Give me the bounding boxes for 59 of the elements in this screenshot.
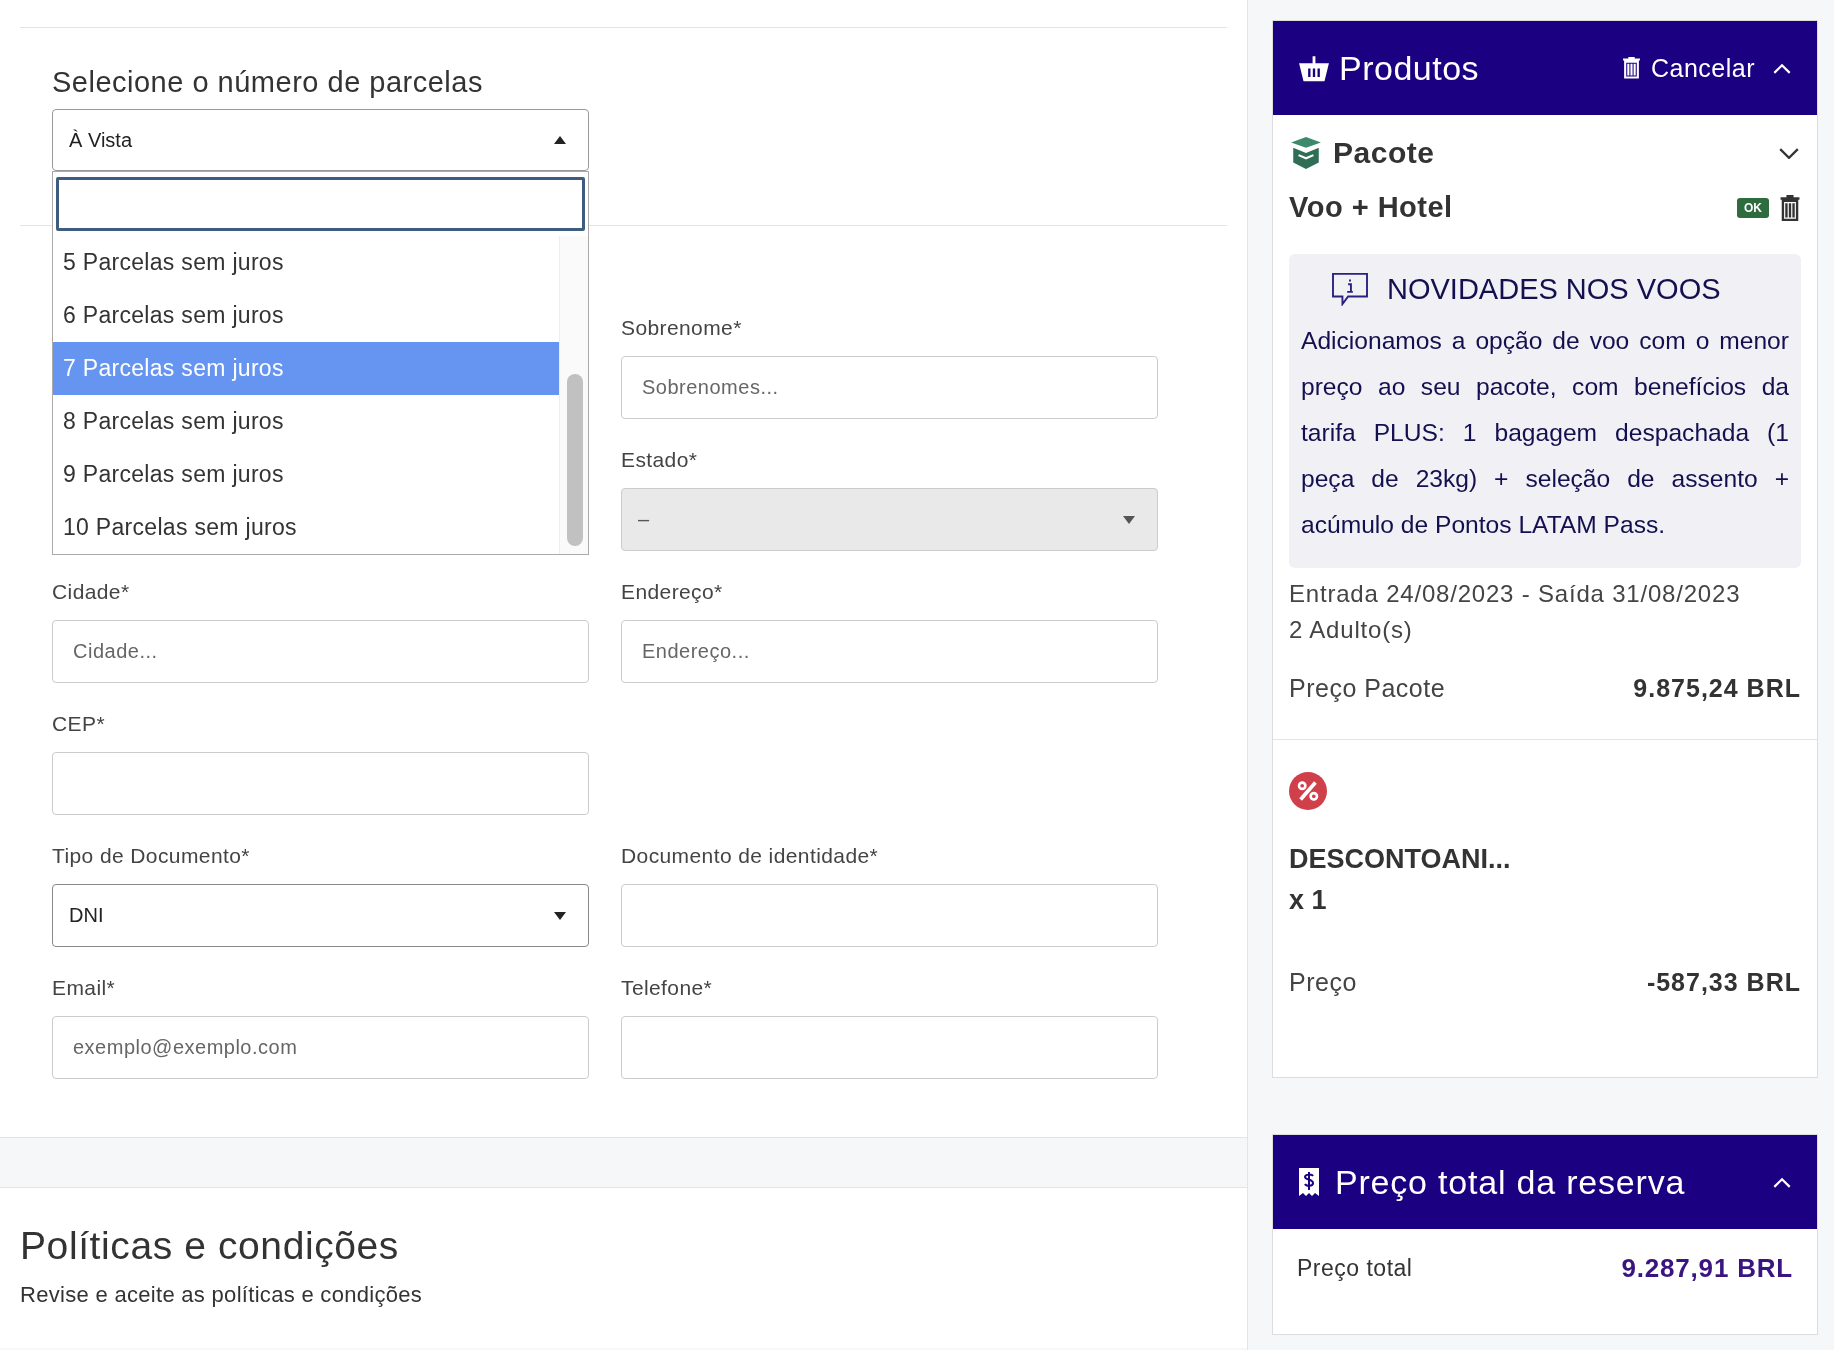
- panel-title: Preço total da reserva: [1335, 1162, 1686, 1202]
- field-label: Email*: [52, 976, 117, 1001]
- field-label: Telefone*: [621, 976, 714, 1001]
- dropdown-option[interactable]: 9 Parcelas sem juros: [53, 448, 559, 501]
- dropdown-option[interactable]: 10 Parcelas sem juros: [53, 501, 559, 554]
- discount-name: DESCONTOANI...: [1289, 844, 1512, 875]
- expand-icon[interactable]: [1779, 147, 1799, 159]
- caret-icon: [554, 136, 566, 144]
- input-field[interactable]: [52, 752, 589, 815]
- field-label: Selecione o número de parcelas: [52, 66, 484, 99]
- trash-icon: [1621, 57, 1641, 79]
- price-label: Preço: [1289, 968, 1357, 997]
- field-label: Endereço*: [621, 580, 724, 605]
- total-value: 9.287,91 BRL: [1621, 1253, 1793, 1284]
- panel-title: Produtos: [1339, 48, 1480, 88]
- caret-icon: [1123, 515, 1135, 524]
- scrollbar-thumb[interactable]: [567, 374, 583, 546]
- dropdown-option[interactable]: 8 Parcelas sem juros: [53, 395, 559, 448]
- section-title: Políticas e condições: [20, 1224, 400, 1268]
- section-title: Pacote: [1333, 136, 1435, 170]
- product-name: Voo + Hotel: [1289, 191, 1453, 224]
- field-label: CEP*: [52, 712, 106, 737]
- field-label: Tipo de Documento*: [52, 844, 251, 869]
- cancel-button[interactable]: Cancelar: [1621, 53, 1755, 83]
- input-field[interactable]: Cidade...: [52, 620, 589, 683]
- field-label: Estado*: [621, 448, 699, 473]
- price-value: -587,33 BRL: [1646, 968, 1801, 997]
- notice-text: Adicionamos a opção de voo com o menor preço ao seu pacote, com benefícios da tarifa PLUS: 1 bagagem despachada (1 peça de 23kg) + seleção de assento + acúmulo de Pontos LATAM Pass.: [1301, 326, 1789, 540]
- guest-count: 2 Adulto(s): [1289, 616, 1414, 644]
- price-label: Preço Pacote: [1289, 674, 1446, 703]
- caret-icon: [554, 911, 566, 920]
- receipt-dollar-icon: [1299, 1167, 1319, 1197]
- section-subtitle: Revise e aceite as políticas e condições: [20, 1282, 424, 1308]
- box-icon: [1289, 136, 1323, 170]
- input-field[interactable]: Endereço...: [621, 620, 1158, 683]
- status-badge: OK: [1737, 197, 1769, 218]
- notice-title: NOVIDADES NOS VOOS: [1387, 272, 1721, 306]
- stay-dates: Entrada 24/08/2023 - Saída 31/08/2023: [1289, 580, 1742, 608]
- discount-icon: [1289, 772, 1327, 810]
- dropdown-option[interactable]: 6 Parcelas sem juros: [53, 289, 559, 342]
- input-field[interactable]: Sobrenomes...: [621, 356, 1158, 419]
- input-field[interactable]: [621, 884, 1158, 947]
- basket-icon: [1299, 54, 1329, 82]
- input-field[interactable]: [621, 1016, 1158, 1079]
- dropdown-option[interactable]: 5 Parcelas sem juros: [53, 236, 559, 289]
- field-label: Sobrenome*: [621, 316, 743, 341]
- price-value: 9.875,24 BRL: [1633, 674, 1801, 703]
- total-label: Preço total: [1297, 1255, 1413, 1282]
- field-label: Documento de identidade*: [621, 844, 880, 869]
- installments-select[interactable]: À Vista: [52, 109, 589, 171]
- collapse-icon[interactable]: [1773, 1176, 1791, 1188]
- input-field[interactable]: exemplo@exemplo.com: [52, 1016, 589, 1079]
- select-field[interactable]: DNI: [52, 884, 589, 947]
- info-message-icon: [1331, 272, 1369, 306]
- collapse-icon[interactable]: [1773, 62, 1791, 74]
- search-field[interactable]: [56, 177, 585, 231]
- field-label: Cidade*: [52, 580, 131, 605]
- trash-icon[interactable]: [1779, 194, 1801, 221]
- discount-quantity: x 1: [1289, 885, 1328, 916]
